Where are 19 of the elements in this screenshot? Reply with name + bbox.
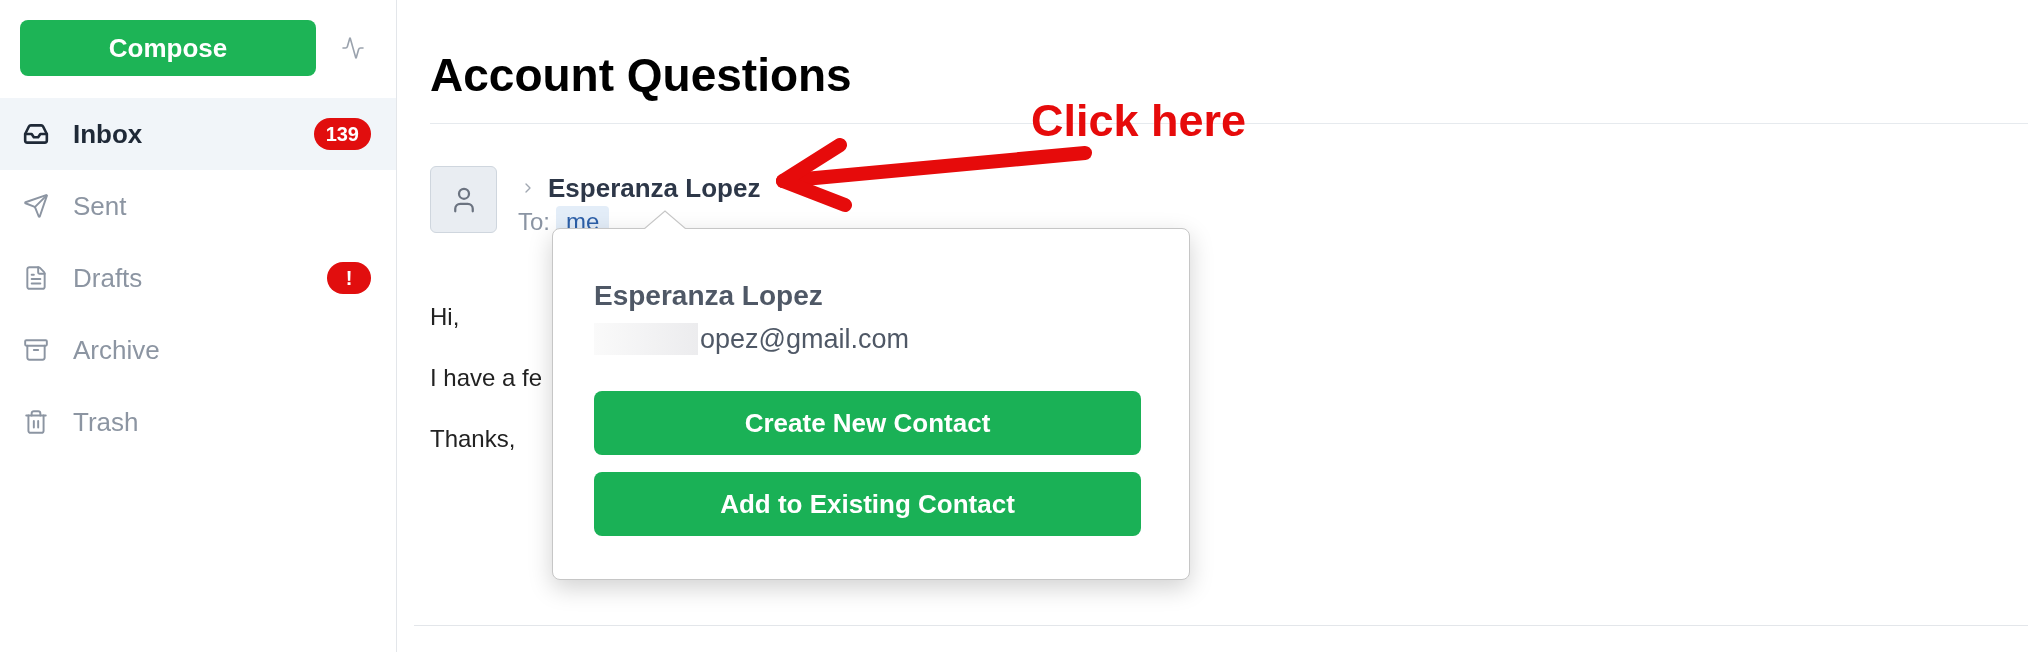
message-body-text: I have a fe — [430, 364, 543, 392]
contact-action-button[interactable]: Create New Contact — [594, 391, 1141, 455]
sidebar-nav-item[interactable]: Inbox 139 — [0, 98, 396, 170]
contact-email: opez@gmail.com — [700, 323, 909, 356]
contact-action-button[interactable]: Add to Existing Contact — [594, 472, 1141, 536]
count-badge: 139 — [313, 118, 371, 150]
trash-icon — [23, 409, 49, 435]
compose-button[interactable]: Compose — [20, 20, 316, 76]
message-body-text: Thanks, — [430, 425, 516, 453]
archive-icon — [23, 337, 49, 363]
inbox-icon — [23, 121, 49, 147]
sender-name-link[interactable]: Esperanza Lopez — [548, 168, 761, 208]
message-body-text: Hi, — [430, 303, 460, 331]
to-label: To: — [518, 207, 550, 237]
annotation-label: Click here — [1031, 98, 1247, 143]
contact-name: Esperanza Lopez — [594, 279, 823, 313]
send-icon — [23, 193, 49, 219]
count-badge: ! — [327, 262, 371, 294]
document-icon — [23, 265, 49, 291]
